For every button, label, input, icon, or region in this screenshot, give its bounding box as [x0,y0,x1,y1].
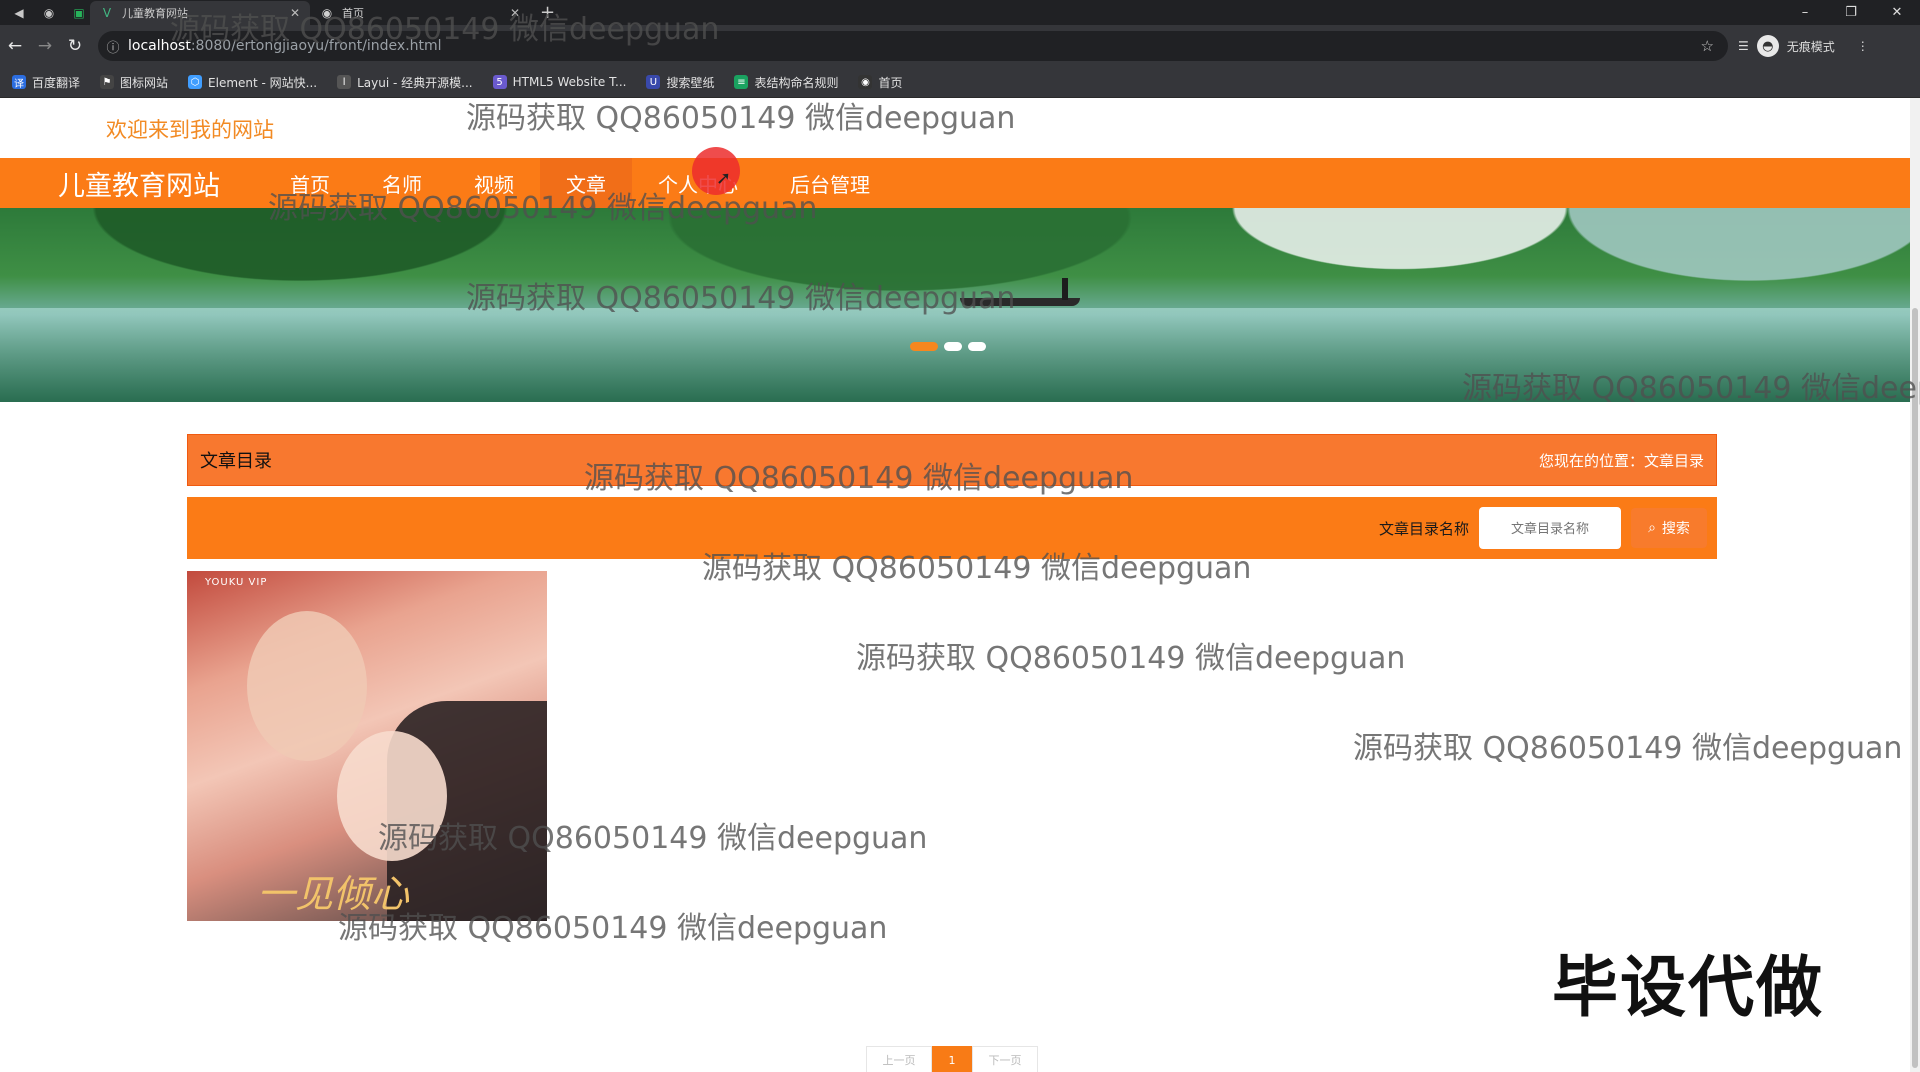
back-icon[interactable]: ← [0,31,30,61]
wallpaper-icon: U [646,75,661,89]
bookmark-item[interactable]: 5 HTML5 Website T... [492,75,627,89]
globe-icon: ◉ [858,75,873,89]
audio-icon[interactable]: ◀ [8,0,30,25]
watermark: 源码获取 QQ86050149 微信deepguan [170,12,720,47]
carousel-indicators [910,342,986,351]
breadcrumb: 您现在的位置：文章目录 [1538,451,1704,470]
bookmark-label: 图标网站 [120,75,169,90]
banner-boatman [1062,278,1068,300]
info-icon[interactable]: ⓘ [98,37,128,56]
minimize-icon[interactable]: – [1782,0,1828,25]
flag-icon: ⚑ [100,75,115,89]
watermark: 源码获取 QQ86050149 微信deepguan [1353,731,1903,766]
site-title[interactable]: 儿童教育网站 [58,164,220,203]
watermark: 源码获取 QQ86050149 微信deepguan [856,641,1406,676]
prev-page-button[interactable]: 上一页 [866,1046,932,1072]
forward-icon[interactable]: → [30,31,60,61]
watermark: 源码获取 QQ86050149 微信deepguan [268,191,818,226]
bookmark-label: 搜索壁纸 [666,75,715,90]
vue-logo-icon: V [102,6,112,20]
bookmark-label: 表结构命名规则 [754,75,839,90]
search-input[interactable] [1479,507,1621,549]
bookmark-item[interactable]: ◉ 首页 [858,74,903,91]
menu-icon[interactable]: ⋮ [1857,39,1869,53]
scrollbar-thumb[interactable] [1912,308,1918,1068]
profile-label[interactable]: 无痕模式 [1787,38,1835,55]
bookmark-item[interactable]: 译百度翻译 [12,74,80,91]
html5-icon: 5 [492,75,507,89]
search-icon: ⌕ [1648,520,1656,536]
watermark: 源码获取 QQ86050149 微信deepguan [1462,371,1920,406]
element-icon: ⬡ [188,75,203,89]
reload-icon[interactable]: ↻ [60,31,90,61]
bookmark-label: 百度翻译 [32,75,81,90]
poster-figure [247,611,367,761]
welcome-text: 欢迎来到我的网站 [106,118,274,142]
watermark: 源码获取 QQ86050149 微信deepguan [466,281,1016,316]
restore-icon[interactable]: ❐ [1828,0,1874,25]
translate-icon: 译 [12,75,26,90]
bookmark-item[interactable]: U 搜索壁纸 [646,74,714,91]
overlay-stamp: 毕设代做 [1552,949,1824,1026]
bookmark-label: Element - 网站快... [208,75,318,90]
bookmark-label: Layui - 经典开源模... [357,75,473,90]
watermark: 源码获取 QQ86050149 微信deepguan [466,101,1016,136]
table-icon: ≡ [734,75,749,89]
page-scrollbar[interactable] [1910,98,1920,1072]
window-controls: – ❐ ✕ [1782,0,1920,25]
watermark: 源码获取 QQ86050149 微信deepguan [338,911,888,946]
bookmark-item[interactable]: ⚑ 图标网站 [100,74,168,91]
layui-icon: l [337,75,352,89]
search-button-label: 搜索 [1661,521,1690,537]
carousel-dot[interactable] [910,342,938,351]
article-card[interactable]: YOUKU VIP 一见倾心 [187,571,547,921]
globe-icon[interactable]: ◉ [38,0,60,25]
bookmark-item[interactable]: l Layui - 经典开源模... [337,74,473,91]
watermark: 源码获取 QQ86050149 微信deepguan [584,461,1134,496]
app-icon[interactable]: ▣ [68,0,90,25]
bookmark-item[interactable]: ⬡ Element - 网站快... [188,74,317,91]
search-button[interactable]: ⌕ 搜索 [1631,508,1707,548]
watermark: 源码获取 QQ86050149 微信deepguan [702,551,1252,586]
search-label: 文章目录名称 [1378,519,1469,538]
bookmark-label: HTML5 Website T... [512,75,627,89]
carousel-dot[interactable] [968,342,986,351]
bookmark-star-icon[interactable]: ☆ [1701,37,1714,55]
incognito-icon[interactable]: ◓ [1756,35,1779,57]
page-number[interactable]: 1 [932,1046,972,1072]
carousel-dot[interactable] [944,342,962,351]
pagination: 上一页 1 下一页 [866,1046,1038,1072]
reading-list-icon[interactable]: ☰ [1738,39,1749,53]
watermark: 源码获取 QQ86050149 微信deepguan [378,821,928,856]
bookmark-label: 首页 [878,75,903,90]
catalog-title: 文章目录 [200,451,272,472]
poster-tag: YOUKU VIP [205,577,268,588]
close-window-icon[interactable]: ✕ [1874,0,1920,25]
bookmark-item[interactable]: ≡ 表结构命名规则 [734,74,838,91]
next-page-button[interactable]: 下一页 [972,1046,1038,1072]
